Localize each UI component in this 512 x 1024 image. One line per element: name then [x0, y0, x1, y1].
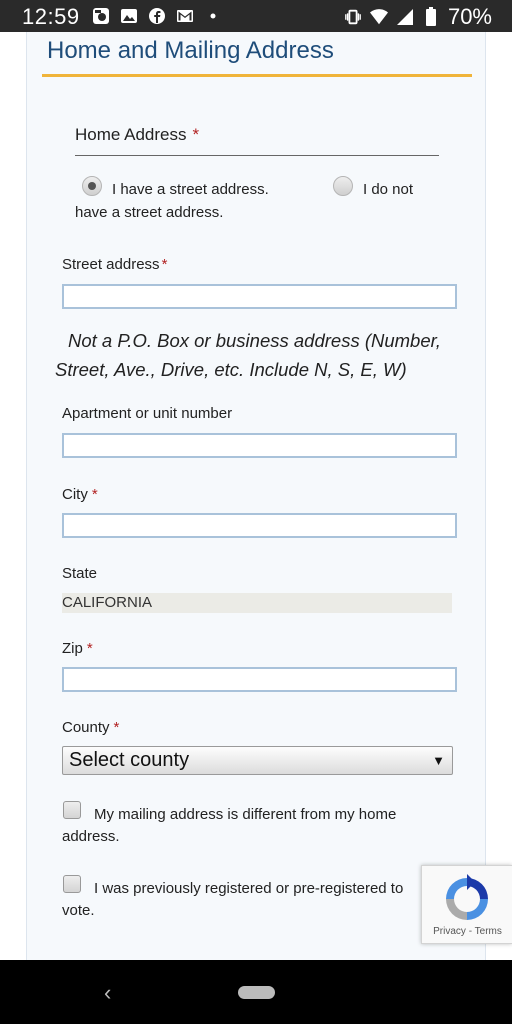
home-address-divider: [75, 155, 439, 156]
home-address-label: Home Address: [75, 125, 187, 144]
recaptcha-logo-icon: [442, 874, 492, 929]
navigation-bar: ‹: [0, 960, 512, 1024]
radio-no-street-address-label[interactable]: I do not: [363, 179, 413, 201]
county-selected-value: Select county: [69, 749, 190, 771]
back-icon[interactable]: ‹: [104, 980, 111, 1006]
home-address-heading: Home Address *: [75, 125, 199, 145]
zip-input[interactable]: [62, 667, 457, 692]
apartment-label: Apartment or unit number: [62, 405, 233, 422]
county-label: County: [62, 719, 110, 736]
required-mark: *: [91, 486, 98, 503]
required-mark: *: [161, 256, 168, 273]
zip-label-row: Zip *: [62, 640, 93, 657]
city-label-row: City *: [62, 486, 98, 503]
status-time: 12:59: [22, 4, 80, 29]
state-label: State: [62, 565, 98, 582]
street-address-label: Street address: [62, 256, 160, 273]
street-address-label-row: Street address *: [62, 256, 167, 273]
status-bar: 12:59 70%: [0, 0, 512, 32]
signal-icon: [396, 8, 414, 26]
city-input[interactable]: [62, 513, 457, 538]
state-value: CALIFORNIA: [62, 593, 452, 613]
required-mark: *: [86, 640, 93, 657]
vibrate-icon: [344, 8, 362, 26]
county-select[interactable]: Select county ▼: [62, 746, 453, 775]
county-label-row: County *: [62, 719, 119, 736]
recaptcha-badge[interactable]: Privacy - Terms: [421, 865, 512, 944]
city-label: City: [62, 486, 88, 503]
street-address-hint-line2: Street, Ave., Drive, etc. Include N, S, …: [55, 359, 407, 380]
dot-icon: [204, 7, 222, 25]
radio-street-address[interactable]: [82, 176, 102, 196]
radio-street-address-label[interactable]: I have a street address.: [112, 179, 269, 201]
section-title: Home and Mailing Address: [47, 37, 334, 64]
radio-no-street-address-label-cont[interactable]: have a street address.: [75, 202, 223, 224]
dropdown-arrow-icon: ▼: [432, 753, 445, 768]
street-address-hint-line1: Not a P.O. Box or business address (Numb…: [68, 330, 441, 351]
required-mark: *: [113, 719, 120, 736]
facebook-icon: [148, 7, 166, 25]
previously-registered-checkbox-label[interactable]: I was previously registered or pre-regis…: [62, 878, 432, 922]
address-form: Home and Mailing Address Home Address * I…: [26, 32, 486, 960]
zip-label: Zip: [62, 640, 83, 657]
notification-icons: [92, 7, 222, 25]
street-address-hint: Not a P.O. Box or business address (Numb…: [55, 326, 460, 384]
recaptcha-privacy-terms[interactable]: Privacy - Terms: [422, 926, 512, 937]
home-pill-button[interactable]: [238, 986, 275, 999]
required-mark: *: [192, 125, 200, 144]
image-icon: [120, 7, 138, 25]
section-divider: [42, 74, 472, 77]
wifi-icon: [369, 8, 388, 26]
mailing-address-checkbox-label[interactable]: My mailing address is different from my …: [62, 804, 432, 848]
battery-percent: 70%: [447, 4, 492, 29]
system-icons: 70%: [344, 4, 492, 30]
apartment-input[interactable]: [62, 433, 457, 458]
photos-icon: [92, 7, 110, 25]
street-address-input[interactable]: [62, 284, 457, 309]
radio-no-street-address[interactable]: [333, 176, 353, 196]
gmail-icon: [176, 7, 194, 25]
battery-icon: [422, 7, 440, 26]
